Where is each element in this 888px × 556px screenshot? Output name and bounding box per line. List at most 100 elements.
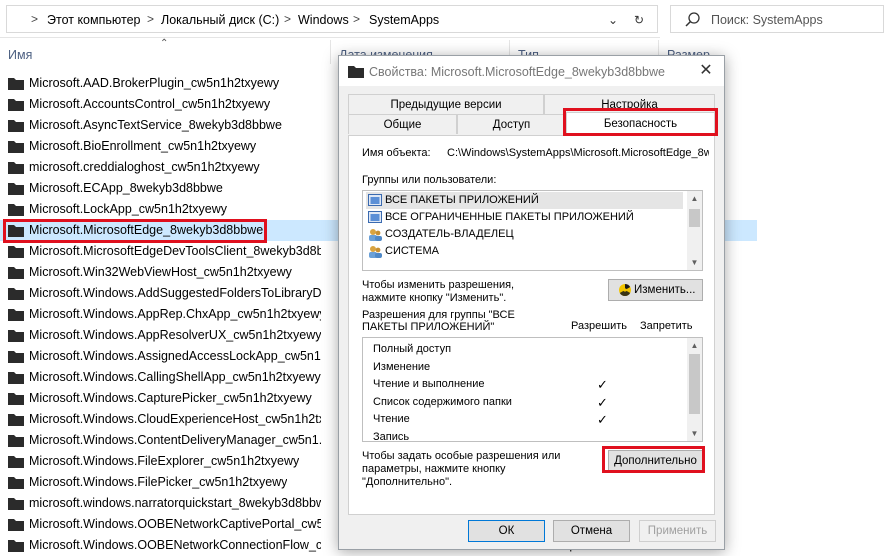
scroll-thumb[interactable] bbox=[689, 209, 700, 227]
object-name-value: C:\Windows\SystemApps\Microsoft.Microsof… bbox=[447, 147, 709, 159]
folder-icon bbox=[8, 456, 24, 468]
scroll-down-icon[interactable]: ▼ bbox=[687, 255, 702, 270]
scroll-up-icon[interactable]: ▲ bbox=[687, 191, 702, 206]
column-header-name[interactable]: Имя bbox=[0, 38, 330, 66]
groups-scrollbar[interactable]: ▲ ▼ bbox=[687, 191, 702, 270]
check-icon: ✓ bbox=[597, 412, 608, 427]
advanced-hint: "Дополнительно". bbox=[362, 476, 453, 488]
group-name: СИСТЕМА bbox=[385, 245, 439, 257]
dialog-title: Свойства: Microsoft.MicrosoftEdge_8wekyb… bbox=[369, 65, 665, 79]
permission-row: Чтение ✓ bbox=[373, 411, 673, 428]
group-item[interactable]: ВСЕ ПАКЕТЫ ПРИЛОЖЕНИЙ bbox=[366, 192, 683, 209]
chevron-right-icon[interactable]: > bbox=[284, 12, 291, 26]
permissions-label: Разрешения для группы "ВСЕ bbox=[362, 309, 515, 321]
file-name: Microsoft.MicrosoftEdgeDevToolsClient_8w… bbox=[29, 244, 321, 258]
permission-name: Полный доступ bbox=[373, 343, 452, 355]
highlight-frame bbox=[3, 219, 267, 243]
file-name: Microsoft.Windows.FilePicker_cw5n1h2txye… bbox=[29, 475, 288, 489]
search-input[interactable]: Поиск: SystemApps bbox=[670, 5, 884, 33]
folder-icon bbox=[8, 309, 24, 321]
file-name: Microsoft.ECApp_8wekyb3d8bbwe bbox=[29, 181, 223, 195]
permission-name: Запись bbox=[373, 430, 410, 442]
permission-row: Чтение и выполнение ✓ bbox=[373, 376, 673, 393]
file-name: Microsoft.LockApp_cw5n1h2txyewy bbox=[29, 202, 228, 216]
change-button[interactable]: Изменить... bbox=[608, 279, 703, 301]
dialog-titlebar[interactable]: Свойства: Microsoft.MicrosoftEdge_8wekyb… bbox=[339, 56, 724, 86]
group-item[interactable]: ВСЕ ОГРАНИЧЕННЫЕ ПАКЕТЫ ПРИЛОЖЕНИЙ bbox=[366, 209, 683, 226]
file-name: Microsoft.Windows.AddSuggestedFoldersToL… bbox=[29, 286, 321, 300]
folder-icon bbox=[8, 477, 24, 489]
allow-column-header: Разрешить bbox=[571, 320, 627, 332]
file-name: Microsoft.Windows.OOBENetworkCaptivePort… bbox=[29, 517, 321, 531]
file-name: Microsoft.Windows.AssignedAccessLockApp_… bbox=[29, 349, 321, 363]
breadcrumb-item[interactable]: Этот компьютер bbox=[47, 13, 140, 27]
scroll-down-icon[interactable]: ▼ bbox=[687, 426, 702, 441]
permissions-scrollbar[interactable]: ▲ ▼ bbox=[687, 338, 702, 441]
folder-icon bbox=[8, 141, 24, 153]
chevron-right-icon[interactable]: > bbox=[353, 12, 360, 26]
group-name: ВСЕ ПАКЕТЫ ПРИЛОЖЕНИЙ bbox=[385, 194, 539, 206]
breadcrumb-item[interactable]: Локальный диск (C:) bbox=[161, 13, 279, 27]
shield-icon bbox=[619, 284, 631, 297]
file-name: Microsoft.Windows.CallingShellApp_cw5n1h… bbox=[29, 370, 321, 384]
folder-icon bbox=[8, 498, 24, 510]
check-icon: ✓ bbox=[597, 394, 608, 410]
app-package-icon bbox=[368, 211, 382, 223]
file-name: Microsoft.AsyncTextService_8wekyb3d8bbwe bbox=[29, 118, 282, 132]
folder-icon bbox=[8, 540, 24, 552]
tab-previous-versions[interactable]: Предыдущие версии bbox=[348, 94, 544, 114]
breadcrumb-item[interactable]: Windows bbox=[298, 13, 349, 27]
folder-icon bbox=[348, 66, 364, 78]
file-name: Microsoft.Win32WebViewHost_cw5n1h2txyewy bbox=[29, 265, 292, 279]
file-name: Microsoft.Windows.AppResolverUX_cw5n1h2t… bbox=[29, 328, 321, 342]
advanced-hint: Чтобы задать особые разрешения или bbox=[362, 450, 561, 462]
chevron-right-icon[interactable]: > bbox=[147, 12, 154, 26]
file-name: Microsoft.AccountsControl_cw5n1h2txyewy bbox=[29, 97, 271, 111]
highlight-frame bbox=[563, 108, 718, 136]
permission-row: Изменение bbox=[373, 359, 673, 376]
check-icon: ✓ bbox=[597, 377, 608, 392]
deny-column-header: Запретить bbox=[640, 320, 693, 332]
permissions-list: Полный доступ Изменение Чтение и выполнени… bbox=[362, 337, 703, 442]
permissions-label: ПАКЕТЫ ПРИЛОЖЕНИЙ" bbox=[362, 321, 495, 333]
cancel-button[interactable]: Отмена bbox=[553, 520, 630, 542]
apply-button[interactable]: Применить bbox=[639, 520, 716, 542]
breadcrumb-item[interactable]: SystemApps bbox=[369, 13, 439, 27]
permission-name: Изменение bbox=[373, 360, 431, 373]
tab-general[interactable]: Общие bbox=[348, 114, 457, 134]
ok-button[interactable]: ОК bbox=[468, 520, 545, 542]
group-item[interactable]: СОЗДАТЕЛЬ-ВЛАДЕЛЕЦ bbox=[366, 226, 683, 243]
chevron-right-icon[interactable]: > bbox=[31, 12, 38, 26]
permission-name: Чтение и выполнение bbox=[373, 378, 485, 390]
groups-list[interactable]: ВСЕ ПАКЕТЫ ПРИЛОЖЕНИЙ ВСЕ ОГРАНИЧЕННЫЕ ПА… bbox=[362, 190, 703, 271]
folder-icon bbox=[8, 393, 24, 405]
folder-icon bbox=[8, 99, 24, 111]
permission-row: Список содержимого папки ✓ bbox=[373, 394, 673, 411]
change-hint: нажмите кнопку "Изменить". bbox=[362, 292, 507, 304]
folder-icon bbox=[8, 204, 24, 216]
refresh-icon[interactable]: ↻ bbox=[629, 10, 649, 30]
file-name: Microsoft.AAD.BrokerPlugin_cw5n1h2txyewy bbox=[29, 76, 280, 90]
file-name: Microsoft.Windows.CapturePicker_cw5n1h2t… bbox=[29, 391, 312, 405]
chevron-down-icon[interactable]: ⌄ bbox=[603, 10, 623, 30]
permission-row: Полный доступ bbox=[373, 341, 673, 358]
groups-label: Группы или пользователи: bbox=[362, 174, 497, 186]
file-name: microsoft.windows.narratorquickstart_8we… bbox=[29, 496, 321, 510]
file-name: Microsoft.Windows.ContentDeliveryManager… bbox=[29, 433, 321, 447]
change-button-label: Изменить... bbox=[634, 284, 696, 296]
address-field[interactable]: > Этот компьютер > Локальный диск (C:) >… bbox=[6, 5, 658, 33]
close-icon[interactable]: ✕ bbox=[696, 61, 716, 81]
folder-icon bbox=[8, 435, 24, 447]
permission-row: Запись bbox=[373, 429, 673, 442]
scroll-up-icon[interactable]: ▲ bbox=[687, 338, 702, 353]
search-placeholder: Поиск: SystemApps bbox=[711, 13, 823, 27]
folder-icon bbox=[8, 246, 24, 258]
group-item[interactable]: СИСТЕМА bbox=[366, 243, 683, 260]
highlight-frame bbox=[602, 446, 705, 473]
scroll-thumb[interactable] bbox=[689, 354, 700, 414]
permission-name: Список содержимого папки bbox=[373, 395, 512, 408]
file-name: Microsoft.Windows.AppRep.ChxApp_cw5n1h2t… bbox=[29, 307, 321, 321]
tab-sharing[interactable]: Доступ bbox=[457, 114, 566, 134]
group-name: СОЗДАТЕЛЬ-ВЛАДЕЛЕЦ bbox=[385, 228, 514, 240]
folder-icon bbox=[8, 330, 24, 342]
